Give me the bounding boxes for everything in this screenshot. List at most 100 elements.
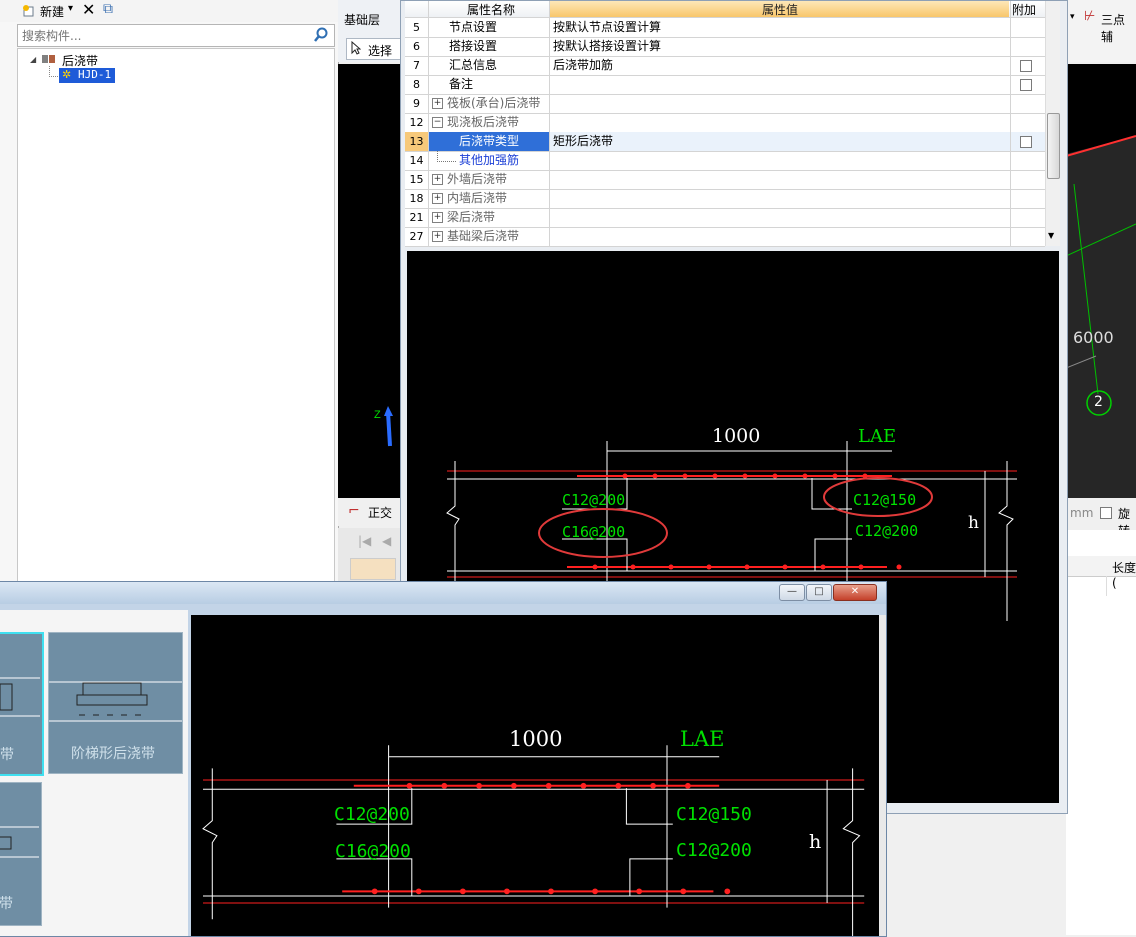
dimension-6000-label: 6000 xyxy=(1073,328,1114,347)
leader-c12-150 xyxy=(625,788,673,825)
property-name: 基础梁后浇带 xyxy=(447,229,520,243)
delete-icon[interactable]: ✕ xyxy=(82,0,95,19)
dim-1000-label-large: 1000 xyxy=(509,727,563,751)
type-card-selected[interactable]: 带 xyxy=(0,632,44,776)
rebar-dot-top xyxy=(682,473,688,479)
rebar-dot-bottom xyxy=(706,564,712,570)
right-status: mm 旋转 xyxy=(1066,498,1136,538)
break-line-right xyxy=(998,461,1014,621)
extra-checkbox[interactable] xyxy=(1020,60,1032,72)
dialog-scrollbar[interactable] xyxy=(879,615,886,936)
tree-item-hjd-1[interactable]: ✲ HJD-1 xyxy=(59,68,115,83)
property-row[interactable]: 7 汇总信息 后浇带加筋 xyxy=(405,56,1045,76)
rebar-c16-200-label-large: C16@200 xyxy=(335,841,411,862)
header-value: 属性值 xyxy=(762,3,799,17)
scroll-thumb[interactable] xyxy=(1047,113,1060,179)
rebar-dot-top xyxy=(441,782,448,789)
property-rows: 5 节点设置 按默认节点设置计算 6 搭接设置 按默认搭接设置计算 7 汇总信息 后浇带加筋 8 备… xyxy=(405,18,1045,247)
new-icon[interactable] xyxy=(22,4,35,17)
type-gallery: 带 阶梯形后浇带 带 xyxy=(0,610,188,936)
rotate-checkbox[interactable] xyxy=(1100,507,1112,519)
header-extra: 附加 xyxy=(1012,3,1037,17)
cad-viewport-mid[interactable]: Z xyxy=(338,64,406,498)
expand-icon[interactable]: + xyxy=(432,193,443,204)
collapse-arrow-icon[interactable]: ◢ xyxy=(30,55,36,64)
row-number: 9 xyxy=(413,97,420,110)
property-row[interactable]: 8 备注 xyxy=(405,75,1045,95)
property-row[interactable]: 18 + 内墙后浇带 xyxy=(405,189,1045,209)
minimize-button[interactable]: — xyxy=(779,584,805,601)
property-row[interactable]: 5 节点设置 按默认节点设置计算 xyxy=(405,18,1045,38)
rebar-dot-bottom xyxy=(744,564,750,570)
cad-viewport-right[interactable]: 6000 2 xyxy=(1066,64,1136,498)
property-row[interactable]: 9 + 筏板(承台)后浇带 xyxy=(405,94,1045,114)
layer-tab[interactable]: 基础层 xyxy=(344,11,390,28)
property-row[interactable]: 6 搭接设置 按默认搭接设置计算 xyxy=(405,37,1045,57)
property-row[interactable]: 21 + 梁后浇带 xyxy=(405,208,1045,228)
extra-checkbox[interactable] xyxy=(1020,136,1032,148)
rebar-dot-top xyxy=(406,782,413,789)
cursor-icon xyxy=(351,40,362,58)
rebar-dot-bottom xyxy=(592,564,598,570)
rebar-c12-150-label: C12@150 xyxy=(853,491,917,509)
ortho-label[interactable]: 正交 xyxy=(368,504,392,521)
type-card-step-label: 阶梯形后浇带 xyxy=(71,746,155,762)
property-row[interactable]: 12− 现浇板后浇带 xyxy=(405,113,1045,133)
tree-line xyxy=(437,151,456,162)
property-row[interactable]: 15 + 外墙后浇带 xyxy=(405,170,1045,190)
first-page-icon[interactable]: |◀ xyxy=(358,534,371,548)
collapse-icon[interactable]: − xyxy=(432,117,443,128)
property-value[interactable]: 按默认搭接设置计算 xyxy=(553,37,661,56)
search-input[interactable] xyxy=(20,26,309,45)
expand-icon[interactable]: + xyxy=(432,212,443,223)
expand-icon[interactable]: + xyxy=(432,174,443,185)
select-button[interactable]: 选择 xyxy=(346,38,402,60)
height-h-label-large: h xyxy=(809,831,822,853)
type-card-lower[interactable]: 带 xyxy=(0,782,42,926)
row-number: 21 xyxy=(409,211,424,224)
property-grid: 属性名称 属性值 附加 5 节点设置 按默认节点设置计算 6 搭接设置 按默认搭接设置计算… xyxy=(405,1,1045,247)
property-row[interactable]: 27 + 基础梁后浇带 xyxy=(405,227,1045,247)
property-name: 其他加强筋 xyxy=(459,153,520,167)
property-value[interactable]: 按默认节点设置计算 xyxy=(553,18,661,37)
close-button[interactable]: ✕ xyxy=(833,584,877,601)
dropdown-arrow-icon[interactable]: ▾ xyxy=(1070,12,1075,22)
property-name: 梁后浇带 xyxy=(447,210,496,224)
prev-page-icon[interactable]: ◀ xyxy=(382,534,391,548)
vertical-scrollbar[interactable]: ▼ xyxy=(1045,1,1060,246)
scroll-down-icon[interactable]: ▼ xyxy=(1048,231,1054,240)
rebar-dot-top xyxy=(650,782,656,789)
property-value[interactable]: 后浇带加筋 xyxy=(553,56,613,75)
three-point-icon[interactable]: ⊬ xyxy=(1084,9,1095,24)
new-dropdown-icon[interactable]: ▾ xyxy=(68,3,73,14)
tree-root-label[interactable]: 后浇带 xyxy=(62,52,98,69)
length-header: 长度( xyxy=(1112,561,1136,590)
extra-checkbox[interactable] xyxy=(1020,79,1032,91)
tree-child-label: HJD-1 xyxy=(78,68,112,81)
ortho-icon[interactable]: ⌐ xyxy=(348,503,360,519)
property-value[interactable]: 矩形后浇带 xyxy=(553,132,613,151)
property-name: 备注 xyxy=(449,77,474,91)
expand-icon[interactable]: + xyxy=(432,231,443,242)
dim-lae-label: LAE xyxy=(858,426,897,447)
property-name: 汇总信息 xyxy=(449,58,498,72)
new-button[interactable]: 新建 xyxy=(40,3,64,20)
property-row[interactable]: 13 后浇带类型 矩形后浇带 xyxy=(405,132,1045,152)
rebar-dot-bottom xyxy=(548,888,554,895)
type-card-step[interactable]: 阶梯形后浇带 xyxy=(48,632,183,774)
rebar-dot-bottom xyxy=(782,564,788,570)
expand-icon[interactable]: + xyxy=(432,98,443,109)
rebar-dot-bottom xyxy=(636,888,643,895)
property-row[interactable]: 14 其他加强筋 xyxy=(405,151,1045,171)
rebar-c12-200-bottom-label-large: C12@200 xyxy=(676,840,752,861)
copy-icon[interactable]: ⧉ xyxy=(103,1,113,17)
row-number: 12 xyxy=(409,116,424,129)
maximize-button[interactable]: □ xyxy=(806,584,832,601)
search-icon[interactable] xyxy=(314,27,329,45)
height-h-label: h xyxy=(968,513,979,533)
ortho-bar: ⌐ 正交 xyxy=(338,498,406,526)
mm-label: mm xyxy=(1070,506,1094,520)
dim-lae-label-large: LAE xyxy=(680,727,725,751)
rebar-dot-bottom xyxy=(668,564,674,570)
three-point-label[interactable]: 三点辅 xyxy=(1101,11,1136,45)
